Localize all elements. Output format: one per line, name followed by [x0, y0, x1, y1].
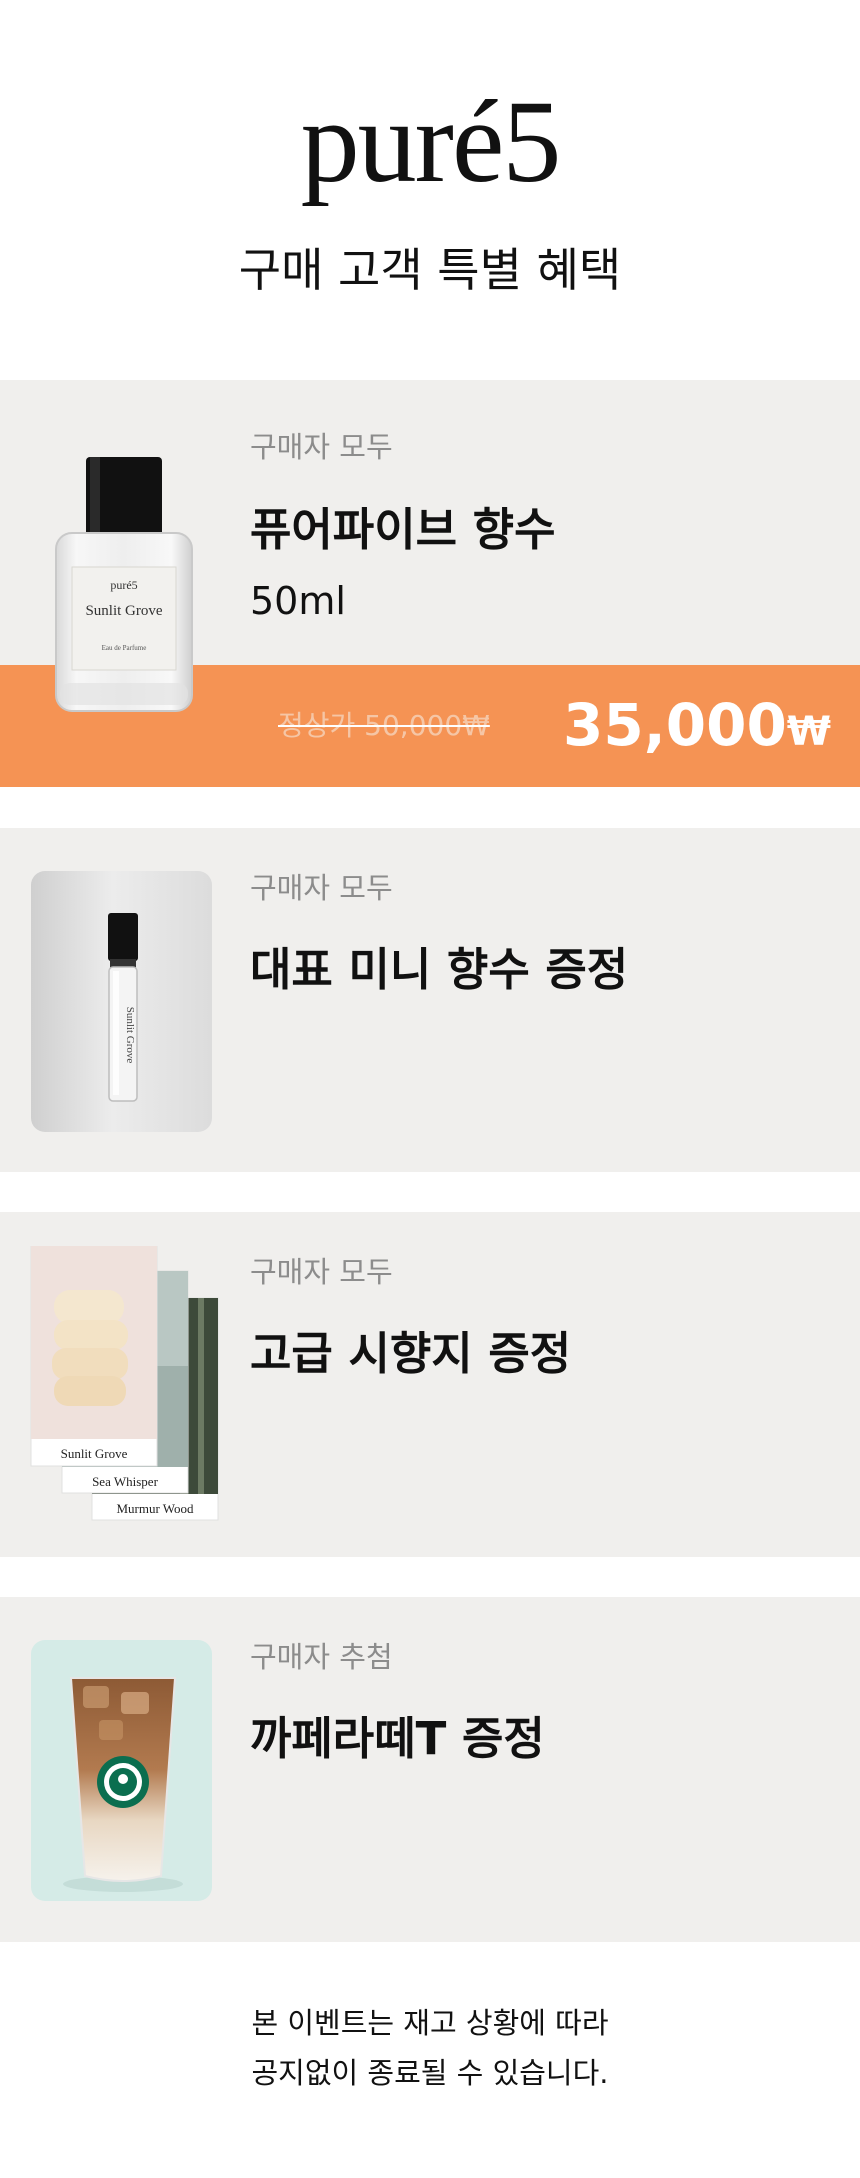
scent-card-3-label: Murmur Wood	[116, 1501, 194, 1516]
offer-card-perfume: 구매자 모두 퓨어파이브 향수 50ml 정상가 50,000₩ 35,000₩…	[0, 380, 860, 787]
offer-card-mini-perfume: Sunlit Grove 구매자 모두 대표 미니 향수 증정	[0, 828, 860, 1172]
regular-price: 정상가 50,000₩	[278, 709, 490, 742]
mini-perfume-image: Sunlit Grove	[31, 871, 212, 1132]
sale-price-value: 35,000	[563, 691, 787, 759]
bottle-type: Eau de Parfume	[102, 644, 147, 652]
disclaimer: 본 이벤트는 재고 상황에 따라 공지없이 종료될 수 있습니다.	[0, 1998, 860, 2098]
sale-price: 35,000₩	[563, 689, 831, 768]
brand-logo: puré5	[300, 76, 562, 207]
iced-latte-icon	[63, 1677, 183, 1892]
offer-title: 대표 미니 향수 증정	[250, 943, 629, 996]
offer-audience: 구매자 모두	[250, 430, 393, 464]
offer-title: 퓨어파이브 향수	[250, 503, 556, 556]
perfume-bottle-image: puré5 Sunlit Grove Eau de Parfume	[55, 457, 193, 712]
currency-symbol: ₩	[786, 709, 831, 755]
offer-subtitle: 50ml	[250, 579, 346, 623]
vial-icon: Sunlit Grove	[108, 913, 138, 1102]
vial-label: Sunlit Grove	[124, 1007, 136, 1064]
offer-card-scent-strips: Murmur Wood Sea Whisper Sunlit Grove 구매자…	[0, 1212, 860, 1557]
offer-card-cafe-latte: 구매자 추첨 까페라떼T 증정	[0, 1597, 860, 1942]
header: puré5 구매 고객 특별 혜택	[0, 0, 860, 380]
disclaimer-line-1: 본 이벤트는 재고 상황에 따라	[251, 2006, 609, 2040]
scent-card-2-label: Sea Whisper	[92, 1474, 158, 1489]
offer-title: 고급 시향지 증정	[250, 1327, 572, 1380]
disclaimer-line-2: 공지없이 종료될 수 있습니다.	[251, 2056, 609, 2090]
page-title: 구매 고객 특별 혜택	[238, 243, 622, 297]
offer-audience: 구매자 모두	[250, 871, 393, 905]
bottle-name: Sunlit Grove	[85, 603, 162, 619]
scent-cards-image: Murmur Wood Sea Whisper Sunlit Grove	[30, 1246, 219, 1521]
scent-card-1-label: Sunlit Grove	[61, 1446, 128, 1461]
offer-audience: 구매자 모두	[250, 1255, 393, 1289]
offer-title: 까페라떼T 증정	[250, 1712, 545, 1765]
cafe-latte-image	[31, 1640, 212, 1901]
offer-audience: 구매자 추첨	[250, 1640, 393, 1674]
bottle-brand: puré5	[110, 578, 137, 592]
